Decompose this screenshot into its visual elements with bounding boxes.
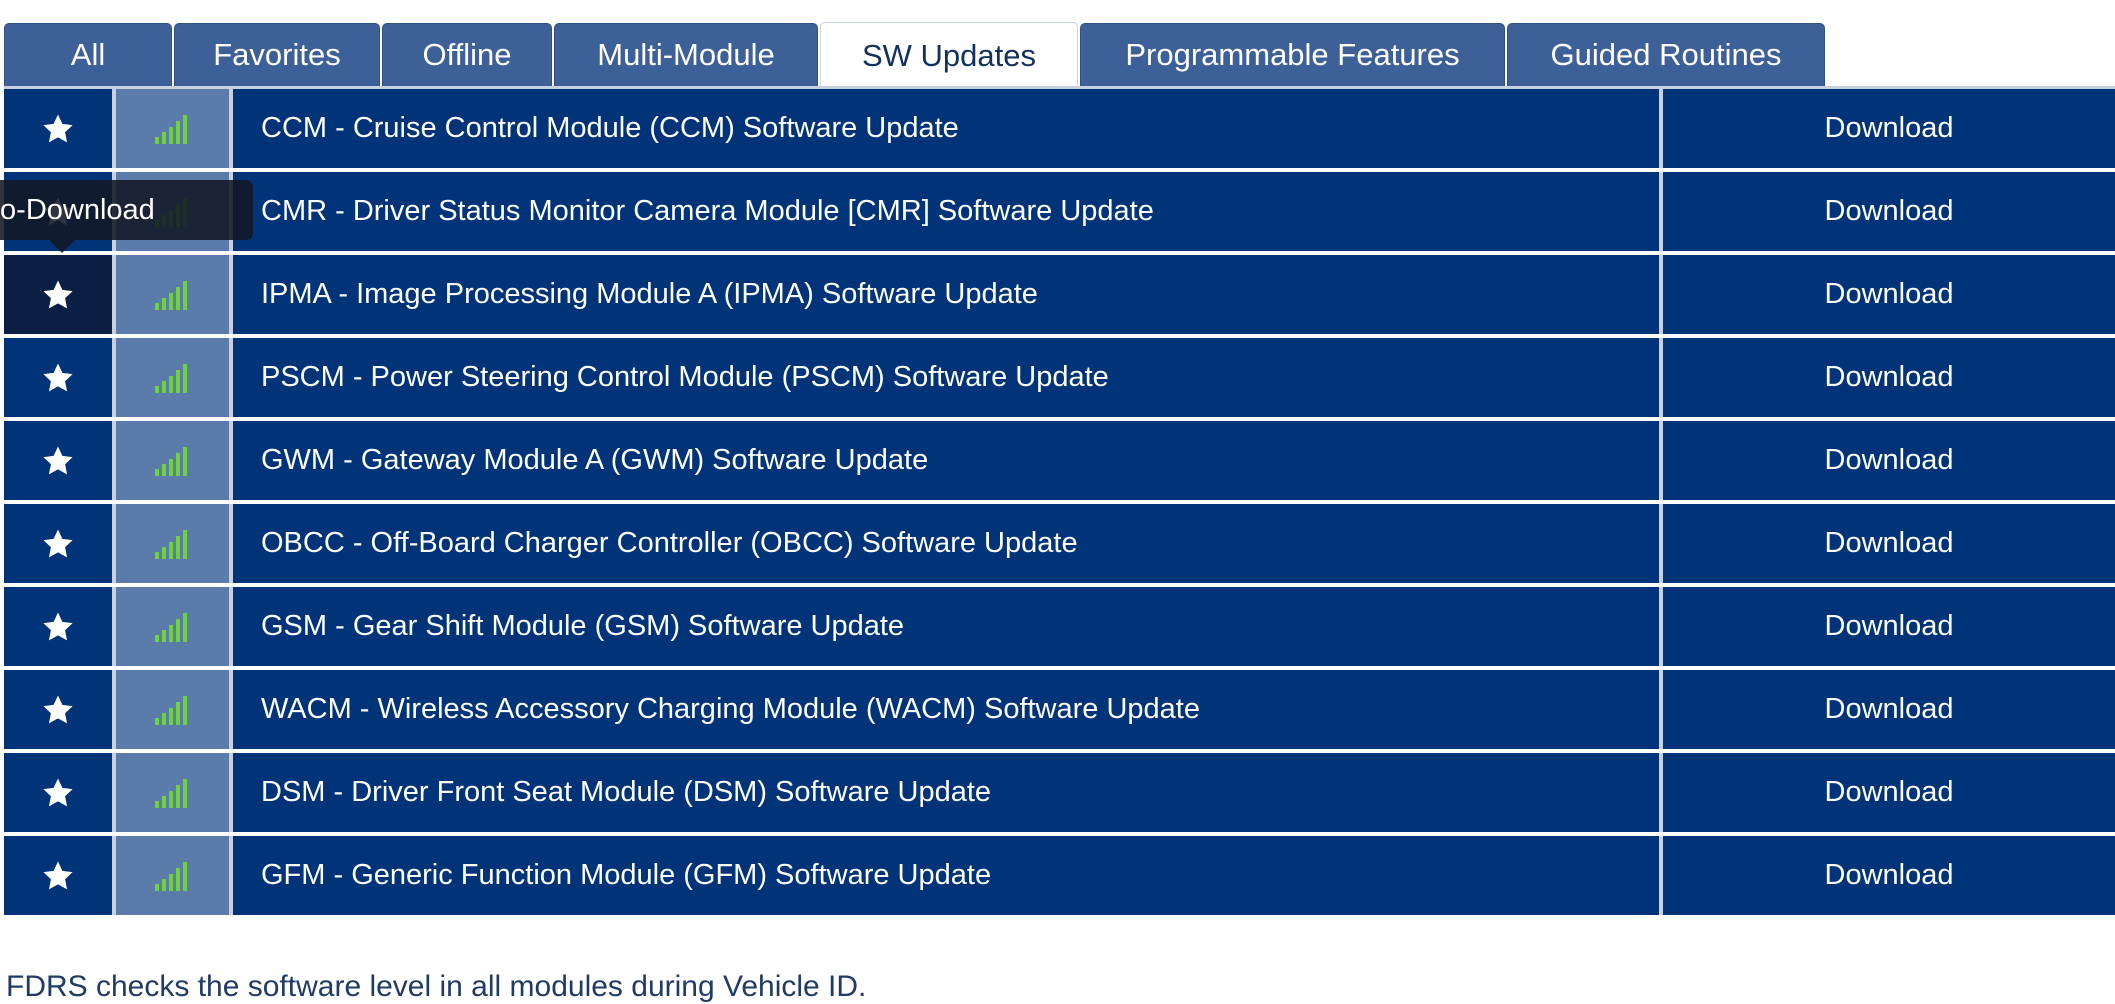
download-button[interactable]: Download: [1663, 753, 2115, 832]
tab-sw-updates[interactable]: SW Updates: [820, 22, 1078, 88]
update-name[interactable]: PSCM - Power Steering Control Module (PS…: [233, 338, 1663, 417]
signal-strength-icon: [154, 777, 192, 809]
connection-status: [116, 89, 233, 168]
signal-strength-icon: [154, 694, 192, 726]
tab-offline[interactable]: Offline: [382, 23, 552, 86]
download-button[interactable]: Download: [1663, 172, 2115, 251]
connection-status: [116, 836, 233, 915]
connection-status: [116, 753, 233, 832]
tab-programmable-features[interactable]: Programmable Features: [1080, 23, 1505, 86]
footer-note: FDRS checks the software level in all mo…: [6, 970, 867, 1003]
table-row: WACM - Wireless Accessory Charging Modul…: [4, 670, 2115, 749]
star-icon: [41, 610, 75, 644]
tab-multi-module[interactable]: Multi-Module: [554, 23, 818, 86]
signal-strength-icon: [154, 860, 192, 892]
favorite-toggle[interactable]: [4, 753, 116, 832]
update-name[interactable]: CCM - Cruise Control Module (CCM) Softwa…: [233, 89, 1663, 168]
table-row: GWM - Gateway Module A (GWM) Software Up…: [4, 421, 2115, 500]
table-row: DSM - Driver Front Seat Module (DSM) Sof…: [4, 753, 2115, 832]
table-row: OBCC - Off-Board Charger Controller (OBC…: [4, 504, 2115, 583]
star-icon: [41, 361, 75, 395]
connection-status: [116, 670, 233, 749]
tooltip-arrow: [49, 240, 75, 253]
favorite-toggle[interactable]: [4, 504, 116, 583]
connection-status: [116, 338, 233, 417]
signal-strength-icon: [154, 113, 192, 145]
favorite-toggle[interactable]: [4, 89, 116, 168]
signal-strength-icon: [154, 528, 192, 560]
star-icon: [41, 527, 75, 561]
signal-strength-icon: [154, 611, 192, 643]
update-name[interactable]: DSM - Driver Front Seat Module (DSM) Sof…: [233, 753, 1663, 832]
favorite-toggle[interactable]: [4, 836, 116, 915]
update-name[interactable]: GSM - Gear Shift Module (GSM) Software U…: [233, 587, 1663, 666]
tooltip-text: to-Download: [0, 193, 155, 226]
download-button[interactable]: Download: [1663, 836, 2115, 915]
update-name[interactable]: CMR - Driver Status Monitor Camera Modul…: [233, 172, 1663, 251]
connection-status: [116, 587, 233, 666]
star-icon: [41, 112, 75, 146]
tab-favorites[interactable]: Favorites: [174, 23, 380, 86]
table-row: CMR - Driver Status Monitor Camera Modul…: [4, 172, 2115, 251]
signal-strength-icon: [154, 279, 192, 311]
download-button[interactable]: Download: [1663, 670, 2115, 749]
tab-guided-routines[interactable]: Guided Routines: [1507, 23, 1825, 86]
favorite-toggle[interactable]: [4, 587, 116, 666]
favorite-toggle[interactable]: [4, 338, 116, 417]
download-button[interactable]: Download: [1663, 338, 2115, 417]
download-button[interactable]: Download: [1663, 504, 2115, 583]
table-row: IPMA - Image Processing Module A (IPMA) …: [4, 255, 2115, 334]
tab-all[interactable]: All: [4, 23, 172, 86]
update-name[interactable]: OBCC - Off-Board Charger Controller (OBC…: [233, 504, 1663, 583]
star-icon: [41, 278, 75, 312]
update-name[interactable]: WACM - Wireless Accessory Charging Modul…: [233, 670, 1663, 749]
table-row: CCM - Cruise Control Module (CCM) Softwa…: [4, 89, 2115, 168]
download-button[interactable]: Download: [1663, 255, 2115, 334]
download-button[interactable]: Download: [1663, 587, 2115, 666]
tab-bar: All Favorites Offline Multi-Module SW Update…: [4, 22, 1827, 88]
favorite-toggle[interactable]: [4, 421, 116, 500]
download-button[interactable]: Download: [1663, 421, 2115, 500]
star-icon: [41, 776, 75, 810]
signal-strength-icon: [154, 445, 192, 477]
table-row: GSM - Gear Shift Module (GSM) Software U…: [4, 587, 2115, 666]
download-button[interactable]: Download: [1663, 89, 2115, 168]
star-icon: [41, 859, 75, 893]
update-name[interactable]: GFM - Generic Function Module (GFM) Soft…: [233, 836, 1663, 915]
tooltip: to-Download: [0, 180, 253, 240]
table-row: GFM - Generic Function Module (GFM) Soft…: [4, 836, 2115, 915]
star-icon: [41, 444, 75, 478]
sw-updates-list: CCM - Cruise Control Module (CCM) Softwa…: [4, 89, 2115, 919]
update-name[interactable]: IPMA - Image Processing Module A (IPMA) …: [233, 255, 1663, 334]
favorite-toggle[interactable]: [4, 255, 116, 334]
table-row: PSCM - Power Steering Control Module (PS…: [4, 338, 2115, 417]
star-icon: [41, 693, 75, 727]
update-name[interactable]: GWM - Gateway Module A (GWM) Software Up…: [233, 421, 1663, 500]
favorite-toggle[interactable]: [4, 670, 116, 749]
connection-status: [116, 255, 233, 334]
signal-strength-icon: [154, 362, 192, 394]
connection-status: [116, 421, 233, 500]
connection-status: [116, 504, 233, 583]
